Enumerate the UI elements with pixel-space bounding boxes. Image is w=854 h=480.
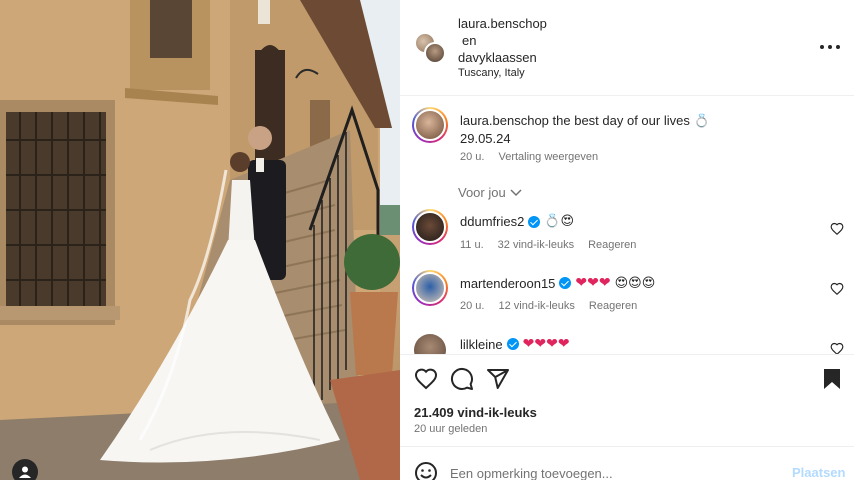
avatar <box>424 42 446 64</box>
comment-row: lilkleine ❤❤❤❤ <box>460 336 570 352</box>
add-comment-bar: Plaatsen <box>400 446 854 480</box>
comment-text-faces: 😍😍😍 <box>614 275 656 291</box>
comment-sort-dropdown[interactable]: Voor jou <box>458 185 522 200</box>
post-photo[interactable] <box>0 0 400 480</box>
post-comment-button[interactable]: Plaatsen <box>792 465 845 480</box>
comment-like-heart-icon[interactable] <box>830 342 844 354</box>
collab-avatars[interactable] <box>414 32 448 66</box>
comment-text: 💍😍 <box>544 214 575 229</box>
comment-like-heart-icon[interactable] <box>830 222 844 236</box>
reply-button[interactable]: Reageren <box>589 300 637 312</box>
comment-time[interactable]: 20 u. <box>460 300 484 312</box>
comment-row: martenderoon15 ❤❤❤ 😍😍😍 <box>460 275 655 291</box>
avatar <box>414 211 446 243</box>
collaborator-username[interactable]: davyklaassen <box>458 50 537 65</box>
author-username[interactable]: laura.benschop <box>458 16 547 31</box>
comment-text: ❤❤❤❤ <box>522 336 570 352</box>
more-options-icon[interactable] <box>820 38 840 56</box>
comment-username[interactable]: ddumfries2 <box>460 214 524 229</box>
comment-meta: 20 u. 12 vind-ik-leuks Reageren <box>460 300 637 312</box>
collab-conjunction: en <box>462 33 477 48</box>
location-link[interactable]: Tuscany, Italy <box>458 67 525 79</box>
caption: laura.benschop the best day of our lives… <box>460 112 840 148</box>
caption-time[interactable]: 20 u. <box>460 151 484 163</box>
comment-time[interactable]: 11 u. <box>460 239 484 251</box>
comment-avatar[interactable] <box>412 209 448 245</box>
wedding-photo-illustration <box>0 0 400 480</box>
comment-meta: 11 u. 32 vind-ik-leuks Reageren <box>460 239 636 251</box>
comment-like-heart-icon[interactable] <box>830 282 844 296</box>
comment-row: ddumfries2 💍😍 <box>460 214 574 229</box>
comment-text-hearts: ❤❤❤ <box>575 275 611 291</box>
for-you-label: Voor jou <box>458 185 506 200</box>
comment-bubble-icon[interactable] <box>450 367 474 391</box>
caption-text: the best day of our lives 💍 <box>552 113 710 128</box>
dot <box>820 45 824 49</box>
chevron-down-icon <box>510 188 522 196</box>
caption-date: 29.05.24 <box>460 131 511 146</box>
comments-scroll[interactable]: laura.benschop the best day of our lives… <box>400 96 854 354</box>
comment-username[interactable]: lilkleine <box>460 337 503 352</box>
verified-badge-icon <box>528 215 541 228</box>
translate-link[interactable]: Vertaling weergeven <box>498 151 598 163</box>
comment-avatar[interactable] <box>414 334 446 354</box>
caption-meta: 20 u. Vertaling weergeven <box>460 151 598 163</box>
bookmark-save-icon[interactable] <box>820 367 844 391</box>
caption-username[interactable]: laura.benschop <box>460 113 549 128</box>
dot <box>828 45 832 49</box>
comment-likes[interactable]: 12 vind-ik-leuks <box>498 300 574 312</box>
post-side-panel: laura.benschop en davyklaassen Tuscany, … <box>400 0 854 480</box>
comment-username[interactable]: martenderoon15 <box>460 276 555 291</box>
tagged-users-icon[interactable] <box>12 459 38 480</box>
verified-badge-icon <box>559 277 572 289</box>
verified-badge-icon <box>506 338 519 350</box>
comment-avatar[interactable] <box>412 270 448 306</box>
avatar <box>414 109 446 141</box>
share-send-icon[interactable] <box>486 367 510 391</box>
comment-input[interactable] <box>450 464 770 480</box>
avatar <box>414 272 446 304</box>
caption-avatar[interactable] <box>412 107 448 143</box>
post-actions: 21.409 vind-ik-leuks 20 uur geleden <box>400 354 854 446</box>
post-header: laura.benschop en davyklaassen Tuscany, … <box>400 0 854 96</box>
dot <box>836 45 840 49</box>
like-heart-icon[interactable] <box>414 367 438 391</box>
comment-likes[interactable]: 32 vind-ik-leuks <box>498 239 574 251</box>
emoji-picker-icon[interactable] <box>414 461 438 480</box>
user-silhouette-icon <box>19 466 31 478</box>
likes-count[interactable]: 21.409 vind-ik-leuks <box>414 405 537 420</box>
reply-button[interactable]: Reageren <box>588 239 636 251</box>
post-timestamp[interactable]: 20 uur geleden <box>414 423 487 435</box>
